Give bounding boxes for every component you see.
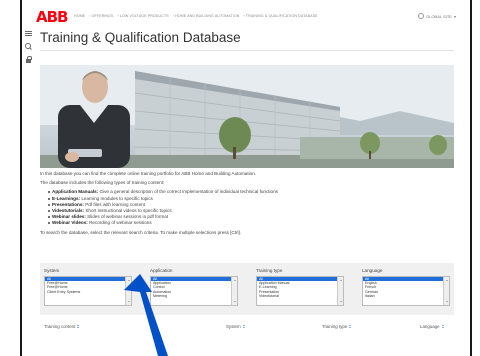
breadcrumb: HOME › OFFERINGS › LOW VOLTAGE PRODUCTS › H… bbox=[74, 14, 318, 18]
breadcrumb-item: TRAINING & QUALIFICATION DATABASE bbox=[245, 14, 318, 18]
filter-label: System bbox=[44, 268, 60, 273]
hero-image bbox=[40, 65, 454, 168]
type-desc: Slides of webinar sessions in pdf format bbox=[85, 214, 169, 220]
training-types-list: Application Manuals: Give a general desc… bbox=[48, 189, 454, 226]
language-listbox[interactable]: All English French German Italian bbox=[362, 276, 450, 306]
hero-illustration bbox=[40, 65, 454, 168]
language-selector[interactable]: GLOBAL SITE ▾ bbox=[418, 13, 456, 19]
page-title: Training & Qualification Database bbox=[40, 30, 241, 45]
lock-icon[interactable] bbox=[25, 56, 32, 63]
divider bbox=[40, 50, 454, 51]
type-desc: Give a general description of the correc… bbox=[98, 189, 278, 195]
search-icon[interactable] bbox=[25, 43, 32, 50]
filter-application: Application All Application Control Auto… bbox=[150, 268, 238, 306]
column-label: System bbox=[226, 324, 241, 329]
breadcrumb-item[interactable]: HOME AND BUILDING AUTOMATION bbox=[175, 14, 239, 18]
application-listbox[interactable]: All Application Control Automation Meter… bbox=[150, 276, 238, 306]
system-listbox[interactable]: All Free@Home Free@Home Client Entry Sys… bbox=[44, 276, 132, 306]
list-item: Webinar Videos: Recording of webinar ses… bbox=[48, 220, 454, 226]
type-desc: Short instructional videos to specific t… bbox=[84, 208, 172, 214]
type-name: Webinar Videos: bbox=[52, 220, 88, 226]
filter-panel: System All Free@Home Free@Home Client En… bbox=[40, 263, 454, 315]
training-type-listbox[interactable]: All Application Manual E-Learning Presen… bbox=[256, 276, 344, 306]
sort-icon[interactable] bbox=[242, 324, 246, 329]
globe-icon bbox=[418, 13, 425, 19]
column-header-training-content[interactable]: Training content bbox=[44, 324, 80, 329]
column-header-system[interactable]: System bbox=[226, 324, 246, 329]
types-intro: The database includes the following type… bbox=[40, 180, 165, 186]
column-header-training-type[interactable]: Training type bbox=[322, 324, 352, 329]
search-hint: To search the database, select the relev… bbox=[40, 229, 242, 235]
listbox-option[interactable]: Videotutorial bbox=[257, 294, 343, 298]
listbox-option[interactable]: Italian bbox=[363, 294, 449, 298]
type-desc: Learning modules to specific topics bbox=[80, 195, 153, 201]
type-name: Presentations: bbox=[52, 201, 84, 207]
column-label: Training type bbox=[322, 324, 348, 329]
listbox-option[interactable]: Client Entry Systems bbox=[45, 290, 131, 294]
browser-viewport: ABB HOME › OFFERINGS › LOW VOLTAGE PRODUCT… bbox=[20, 0, 472, 356]
type-name: Webinar slides: bbox=[52, 214, 86, 220]
intro-paragraph: In this database you can find the comple… bbox=[40, 171, 257, 176]
menu-icon[interactable] bbox=[25, 30, 32, 37]
type-desc: Pdf files with learning content bbox=[83, 201, 145, 207]
side-toolbar bbox=[25, 30, 33, 69]
listbox-scrollbar[interactable] bbox=[337, 277, 343, 305]
breadcrumb-item[interactable]: OFFERINGS bbox=[92, 14, 114, 18]
filter-label: Training type bbox=[256, 268, 283, 273]
type-name: Application Manuals: bbox=[52, 189, 99, 195]
listbox-scrollbar[interactable] bbox=[443, 277, 449, 305]
sort-icon[interactable] bbox=[349, 324, 352, 329]
type-name: E-Learnings: bbox=[52, 195, 81, 201]
filter-training-type: Training type All Application Manual E-L… bbox=[256, 268, 344, 306]
listbox-scrollbar[interactable] bbox=[125, 277, 131, 305]
chevron-down-icon: ▾ bbox=[453, 13, 456, 19]
top-bar: ABB HOME › OFFERINGS › LOW VOLTAGE PRODUCT… bbox=[22, 0, 470, 34]
filter-label: Application bbox=[150, 268, 173, 273]
abb-logo[interactable]: ABB bbox=[36, 8, 69, 26]
type-desc: Recording of webinar sessions bbox=[87, 220, 152, 226]
breadcrumb-item[interactable]: HOME bbox=[74, 14, 85, 18]
sort-icon[interactable] bbox=[441, 324, 445, 329]
filter-label: Language bbox=[362, 268, 383, 273]
listbox-option[interactable]: Metering bbox=[151, 294, 237, 298]
intro-content: In this database you can find the comple… bbox=[40, 171, 454, 239]
sort-icon[interactable] bbox=[77, 324, 80, 329]
column-label: Training content bbox=[44, 324, 76, 329]
column-label: Language bbox=[420, 324, 440, 329]
language-label: GLOBAL SITE bbox=[426, 13, 452, 19]
filter-system: System All Free@Home Free@Home Client En… bbox=[44, 268, 132, 306]
column-header-language[interactable]: Language bbox=[420, 324, 445, 329]
listbox-scrollbar[interactable] bbox=[231, 277, 237, 305]
results-table-header: Training content System Training type La… bbox=[40, 315, 454, 335]
filter-language: Language All English French German Itali… bbox=[362, 268, 450, 306]
type-name: Videotutorials: bbox=[52, 208, 85, 214]
breadcrumb-item[interactable]: LOW VOLTAGE PRODUCTS bbox=[120, 14, 169, 18]
